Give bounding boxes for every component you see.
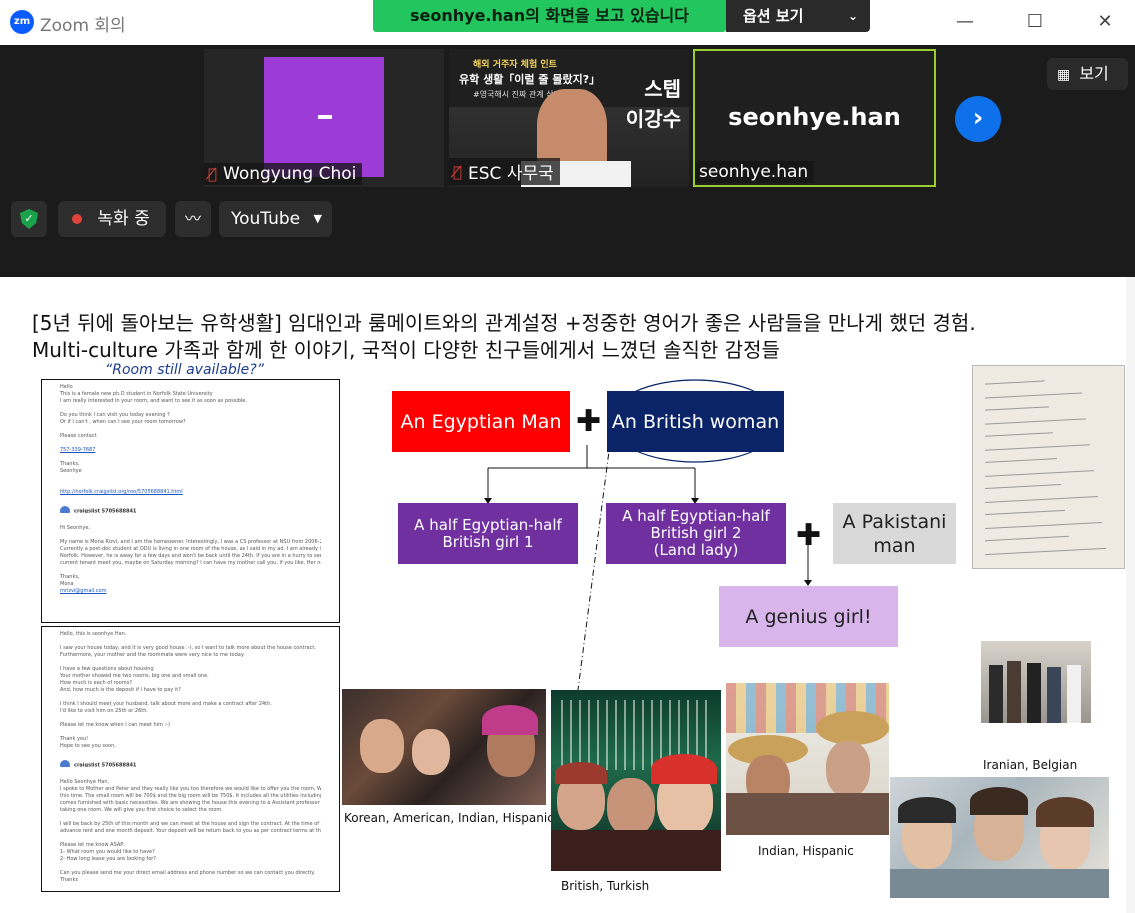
egyptian-man-box: An Egyptian Man [392, 391, 570, 452]
plus-icon: ✚ [576, 404, 602, 439]
photo-label-2: British, Turkish [561, 879, 650, 893]
girl1-line-2: British girl 1 [442, 532, 534, 551]
scribble-line [985, 535, 1069, 542]
zoom-window: zm Zoom 회의 seonhye.han의 화면을 보고 있습니다 옵션 보… [0, 0, 1135, 913]
photo-label-3: Indian, Hispanic [758, 844, 854, 858]
group-photo-1 [342, 689, 546, 805]
scribble-line [985, 406, 1049, 411]
pakistani-line-1: A Pakistani [842, 510, 947, 533]
scribble-line [985, 458, 1057, 463]
slide-scrollbar[interactable] [1126, 277, 1135, 913]
girl2-line-1: A half Egyptian-half [622, 507, 770, 525]
girl1-line-1: A half Egyptian-half [414, 515, 562, 534]
genius-girl-box: A genius girl! [719, 586, 898, 647]
scribble-line [985, 484, 1061, 489]
group-photo-4 [981, 641, 1091, 723]
girl2-box: A half Egyptian-half British girl 2 (Lan… [606, 503, 786, 564]
pakistani-man-box: A Pakistani man [833, 503, 956, 564]
scribble-line [985, 521, 1102, 530]
girl1-box: A half Egyptian-half British girl 1 [398, 503, 578, 564]
scribble-line [985, 392, 1082, 399]
plus-icon: ✚ [796, 518, 822, 553]
handwritten-notes-photo [972, 365, 1125, 569]
british-woman-box: An British woman [607, 391, 784, 452]
scribble-line [985, 470, 1094, 477]
girl2-line-3: (Land lady) [653, 541, 739, 559]
group-photo-5 [890, 777, 1109, 898]
group-photo-2 [551, 690, 721, 871]
photo-label-1: Korean, American, Indian, Hispanic [344, 811, 554, 825]
scribble-line [985, 496, 1098, 503]
girl2-line-2: British girl 2 [650, 524, 742, 542]
photo-label-4: Iranian, Belgian [983, 758, 1078, 772]
scribble-line [985, 380, 1045, 385]
scribble-line [985, 444, 1090, 451]
scribble-line [985, 432, 1053, 437]
scribble-line [985, 547, 1106, 556]
scribble-line [985, 418, 1086, 425]
group-photo-3 [726, 683, 889, 835]
scribble-line [985, 509, 1065, 516]
pakistani-line-2: man [873, 534, 916, 557]
